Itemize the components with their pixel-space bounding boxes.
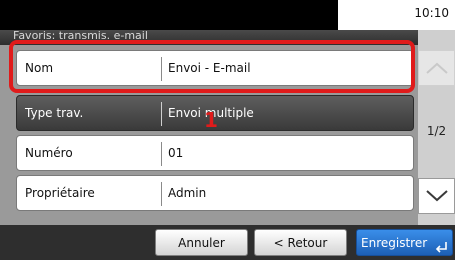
- row-owner[interactable]: Propriétaire Admin: [16, 175, 414, 211]
- status-bar-left: [0, 0, 338, 30]
- chevron-up-icon: [425, 62, 448, 74]
- chevron-down-icon: [425, 190, 448, 202]
- status-bar: 10:10: [0, 0, 455, 30]
- row-label: Propriétaire: [25, 186, 95, 200]
- save-button-label: Enregistrer: [361, 235, 428, 250]
- row-separator: [161, 182, 162, 206]
- scroll-down-button[interactable]: [418, 178, 455, 214]
- back-button[interactable]: < Retour: [254, 229, 347, 256]
- row-label: Numéro: [25, 146, 73, 160]
- row-value: 01: [168, 146, 184, 160]
- cancel-button[interactable]: Annuler: [155, 229, 248, 256]
- clock: 10:10: [414, 6, 449, 20]
- row-value: Admin: [168, 186, 207, 200]
- row-number[interactable]: Numéro 01: [16, 135, 414, 171]
- step-number: 1: [204, 108, 218, 132]
- row-separator: [161, 102, 162, 126]
- row-label: Type trav.: [25, 106, 84, 120]
- screen: 10:10 Favoris: transmis. e-mail Nom Envo…: [0, 0, 455, 260]
- row-separator: [161, 142, 162, 166]
- scroll-up-button[interactable]: [418, 50, 455, 86]
- save-button[interactable]: Enregistrer: [356, 229, 453, 256]
- page-indicator: 1/2: [426, 124, 447, 138]
- enter-icon: [435, 242, 447, 253]
- highlight-callout: [9, 40, 415, 93]
